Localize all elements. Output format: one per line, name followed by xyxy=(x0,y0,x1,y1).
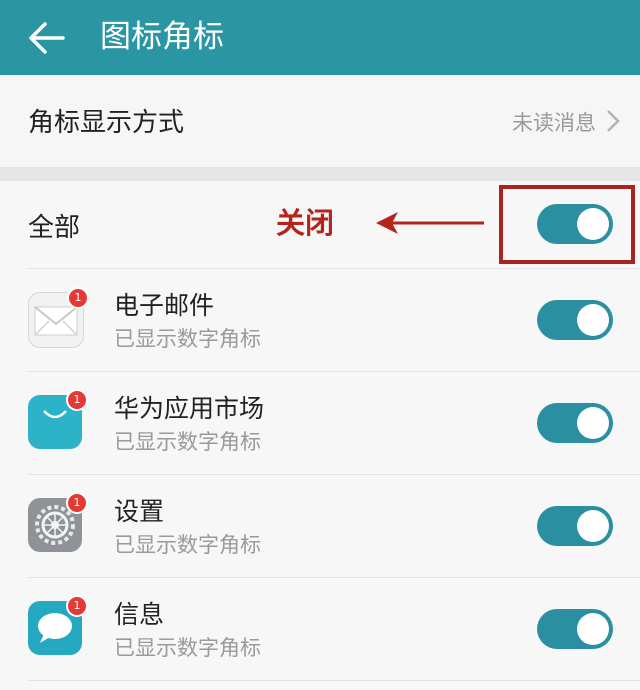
back-button[interactable] xyxy=(22,14,70,62)
settings-toggle[interactable] xyxy=(537,506,613,546)
mail-icon: 1 xyxy=(28,287,89,348)
annotation-label: 关闭 xyxy=(276,206,335,240)
app-header: 图标角标 xyxy=(0,0,640,75)
app-name: 设置 xyxy=(114,497,165,526)
annotation-highlight-box xyxy=(499,185,635,264)
app-status: 已显示数字角标 xyxy=(114,533,261,557)
badge-mode-value: 未读消息 xyxy=(512,111,596,135)
notification-badge: 1 xyxy=(66,595,88,617)
email-toggle[interactable] xyxy=(537,300,613,340)
app-name: 信息 xyxy=(114,600,165,629)
app-status: 已显示数字角标 xyxy=(114,636,261,660)
app-name: 华为应用市场 xyxy=(114,394,265,423)
toggle-knob xyxy=(577,510,609,542)
notification-badge: 1 xyxy=(66,389,88,411)
page-title: 图标角标 xyxy=(100,19,224,55)
badge-mode-label: 角标显示方式 xyxy=(28,108,185,138)
app-status: 已显示数字角标 xyxy=(114,327,261,351)
row-divider xyxy=(28,680,640,681)
messages-toggle[interactable] xyxy=(537,609,613,649)
notification-badge: 1 xyxy=(67,287,89,309)
settings-gear-icon: 1 xyxy=(28,492,88,552)
all-apps-label: 全部 xyxy=(28,213,81,243)
app-status: 已显示数字角标 xyxy=(114,430,261,454)
section-divider xyxy=(0,167,640,181)
message-bubble-icon: 1 xyxy=(28,595,88,655)
notification-badge: 1 xyxy=(66,492,88,514)
chevron-right-icon xyxy=(607,110,620,132)
toggle-knob xyxy=(577,613,609,645)
app-name: 电子邮件 xyxy=(114,291,215,320)
toggle-knob xyxy=(577,407,609,439)
annotation-arrow-icon xyxy=(376,212,484,234)
arrow-left-icon xyxy=(29,22,65,54)
toggle-knob xyxy=(577,304,609,336)
app-market-icon: 1 xyxy=(28,389,88,449)
badge-mode-row[interactable]: 角标显示方式 未读消息 xyxy=(0,75,640,170)
appgallery-toggle[interactable] xyxy=(537,403,613,443)
